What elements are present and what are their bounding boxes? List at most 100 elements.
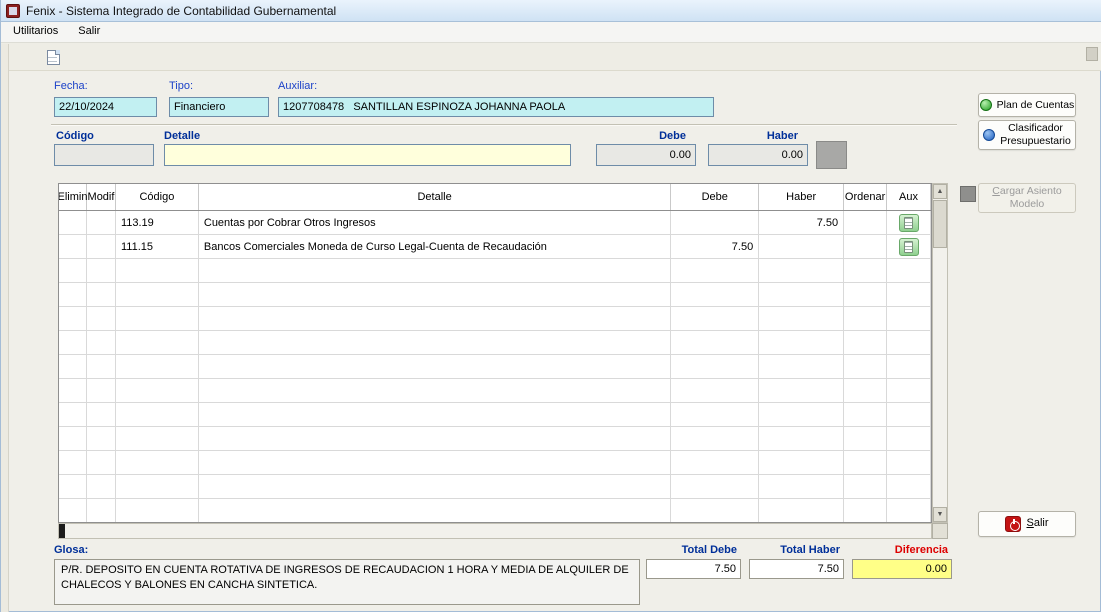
grid-cell-detalle xyxy=(199,331,671,354)
detalle-label: Detalle xyxy=(164,130,200,142)
grid-cell-debe xyxy=(671,403,759,426)
grid-cell-elimin xyxy=(59,235,87,258)
document-icon xyxy=(904,241,913,253)
plan-de-cuentas-button[interactable]: Plan de Cuentas xyxy=(978,93,1076,117)
grid-cell-detalle xyxy=(199,379,671,402)
window-title: Fenix - Sistema Integrado de Contabilida… xyxy=(26,4,336,18)
grid-cell-haber xyxy=(759,499,844,522)
grid-cell-haber xyxy=(759,451,844,474)
entries-grid: EliminModifCódigoDetalleDebeHaberOrdenar… xyxy=(58,183,932,523)
model-entry-icon xyxy=(960,186,976,202)
table-row[interactable]: 113.19Cuentas por Cobrar Otros Ingresos7… xyxy=(59,211,931,235)
grid-cell-modif xyxy=(87,403,116,426)
auxiliar-label: Auxiliar: xyxy=(278,80,317,92)
tipo-input[interactable]: Financiero xyxy=(169,97,269,117)
grid-cell-haber xyxy=(759,259,844,282)
grid-cell-aux xyxy=(887,499,931,522)
app-window: { "window": { "title": "Fenix - Sistema … xyxy=(0,0,1101,612)
fecha-value: 22/10/2024 xyxy=(59,101,114,113)
grid-cell-modif xyxy=(87,283,116,306)
total-debe-field[interactable]: 7.50 xyxy=(646,559,741,579)
menu-salir[interactable]: Salir xyxy=(68,22,110,42)
grid-cell-debe xyxy=(671,475,759,498)
grid-header-modif: Modif xyxy=(87,184,116,210)
left-scroll-strip[interactable] xyxy=(1,44,9,612)
vertical-scrollbar-thumb[interactable] xyxy=(933,200,947,248)
entry-action-button[interactable] xyxy=(816,141,847,169)
grid-cell-modif xyxy=(87,355,116,378)
haber-input[interactable]: 0.00 xyxy=(708,144,808,166)
grid-header-codigo: Código xyxy=(116,184,199,210)
haber-value: 0.00 xyxy=(782,149,803,161)
power-icon xyxy=(1005,516,1021,532)
scroll-corner[interactable] xyxy=(1086,47,1098,61)
detalle-input[interactable] xyxy=(164,144,571,166)
grid-cell-ordenar xyxy=(844,451,887,474)
auxiliar-input[interactable]: 1207708478 SANTILLAN ESPINOZA JOHANNA PA… xyxy=(278,97,714,117)
glosa-textarea[interactable]: P/R. DEPOSITO EN CUENTA ROTATIVA DE INGR… xyxy=(54,559,640,605)
grid-cell-elimin xyxy=(59,259,87,282)
grid-vertical-scrollbar[interactable]: ▲ ▼ xyxy=(932,183,948,523)
grid-horizontal-scrollbar[interactable] xyxy=(58,523,932,539)
debe-input[interactable]: 0.00 xyxy=(596,144,696,166)
scroll-down-icon[interactable]: ▼ xyxy=(933,507,947,522)
horizontal-scrollbar-thumb[interactable] xyxy=(59,524,65,538)
debe-value: 0.00 xyxy=(670,149,691,161)
grid-cell-haber xyxy=(759,235,844,258)
grid-cell-modif xyxy=(87,307,116,330)
total-debe-value: 7.50 xyxy=(715,563,736,575)
grid-cell-detalle xyxy=(199,427,671,450)
total-haber-field[interactable]: 7.50 xyxy=(749,559,844,579)
diferencia-value: 0.00 xyxy=(926,563,947,575)
grid-cell-ordenar xyxy=(844,355,887,378)
scroll-up-icon[interactable]: ▲ xyxy=(933,184,947,199)
grid-cell-ordenar xyxy=(844,235,887,258)
grid-cell-modif xyxy=(87,451,116,474)
haber-label: Haber xyxy=(708,130,808,142)
aux-button[interactable] xyxy=(899,238,919,256)
new-document-icon xyxy=(47,50,60,65)
codigo-label: Código xyxy=(56,130,94,142)
aux-button[interactable] xyxy=(899,214,919,232)
grid-cell-modif xyxy=(87,475,116,498)
grid-cell-debe xyxy=(671,331,759,354)
grid-cell-haber xyxy=(759,403,844,426)
grid-cell-debe xyxy=(671,427,759,450)
table-row xyxy=(59,331,931,355)
diferencia-label: Diferencia xyxy=(852,544,952,556)
total-haber-value: 7.50 xyxy=(818,563,839,575)
clasificador-presupuestario-button[interactable]: Clasificador Presupuestario xyxy=(978,120,1076,150)
new-entry-button[interactable] xyxy=(42,47,64,67)
blue-sphere-icon xyxy=(983,129,995,141)
grid-cell-aux xyxy=(887,307,931,330)
table-row[interactable]: 111.15Bancos Comerciales Moneda de Curso… xyxy=(59,235,931,259)
table-row xyxy=(59,403,931,427)
diferencia-field[interactable]: 0.00 xyxy=(852,559,952,579)
grid-cell-aux xyxy=(887,283,931,306)
grid-cell-ordenar xyxy=(844,475,887,498)
fecha-input[interactable]: 22/10/2024 xyxy=(54,97,157,117)
grid-header: EliminModifCódigoDetalleDebeHaberOrdenar… xyxy=(59,184,931,211)
cargar-asiento-modelo-button[interactable]: Cargar Asiento Modelo xyxy=(978,183,1076,213)
table-row xyxy=(59,475,931,499)
grid-cell-modif xyxy=(87,211,116,234)
grid-cell-detalle xyxy=(199,355,671,378)
grid-cell-codigo xyxy=(116,259,199,282)
scrollbar-corner xyxy=(932,523,948,539)
salir-button[interactable]: Salir xyxy=(978,511,1076,537)
codigo-input[interactable] xyxy=(54,144,154,166)
grid-cell-detalle xyxy=(199,451,671,474)
grid-cell-haber xyxy=(759,475,844,498)
grid-cell-debe xyxy=(671,283,759,306)
grid-header-ordenar: Ordenar xyxy=(844,184,887,210)
grid-header-aux: Aux xyxy=(887,184,931,210)
menu-utilitarios[interactable]: Utilitarios xyxy=(3,22,68,42)
grid-cell-haber xyxy=(759,331,844,354)
separator-line xyxy=(51,124,957,126)
grid-cell-elimin xyxy=(59,283,87,306)
salir-label: Salir xyxy=(1026,517,1048,530)
grid-cell-codigo xyxy=(116,475,199,498)
grid-cell-haber xyxy=(759,379,844,402)
tipo-value: Financiero xyxy=(174,101,225,113)
grid-cell-aux xyxy=(887,403,931,426)
